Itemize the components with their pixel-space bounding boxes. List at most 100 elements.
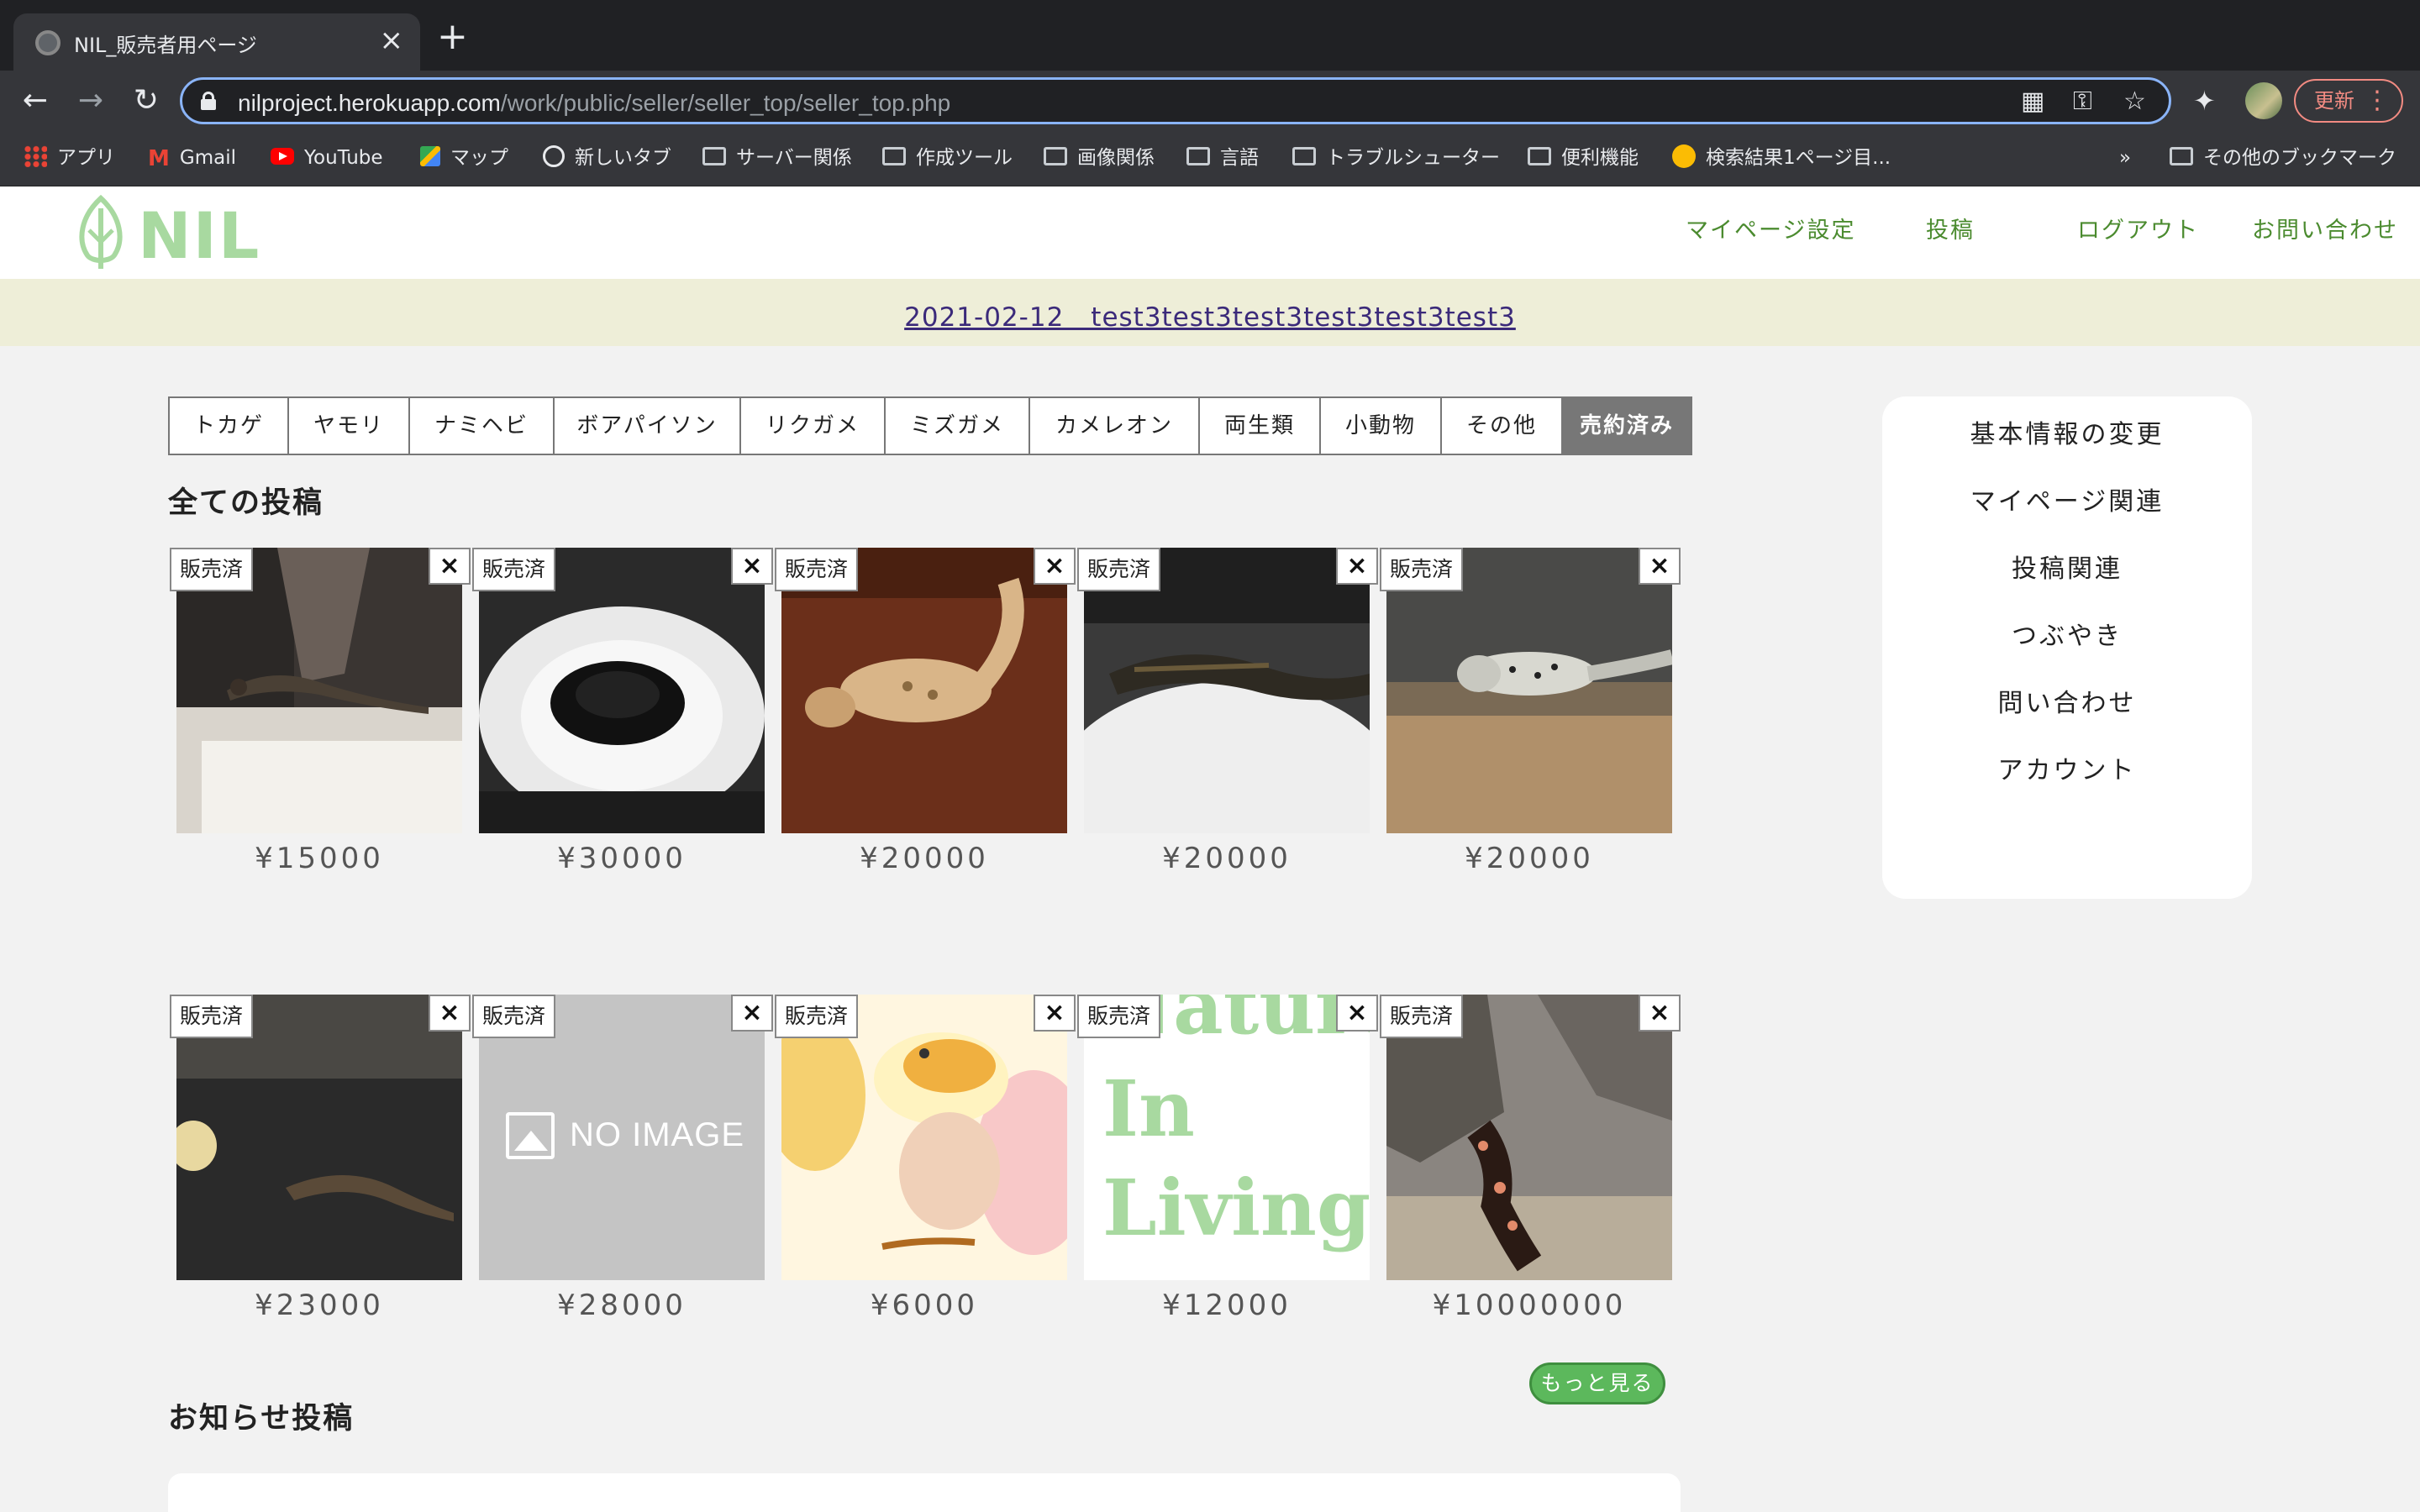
bookmark-maps[interactable]: マップ <box>420 143 508 173</box>
bookmarks-overflow-chevron-icon[interactable]: » <box>2119 143 2131 173</box>
product-card[interactable]: NO IMAGE 販売済 × ¥28000 <box>472 995 773 1339</box>
product-price: ¥20000 <box>1465 842 1594 875</box>
reload-icon[interactable]: ↻ <box>126 81 166 121</box>
folder-icon <box>2170 146 2193 165</box>
tab-sold[interactable]: 売約済み <box>1563 398 1691 454</box>
bookmark-youtube[interactable]: YouTube <box>271 143 383 173</box>
qr-code-icon[interactable]: ▦ <box>2021 87 2044 117</box>
product-card[interactable]: 販売済 × ¥20000 <box>1380 548 1681 892</box>
bookmark-folder-troubleshooter[interactable]: トラブルシューター <box>1292 143 1500 173</box>
browser-toolbar: ← → ↻ nilproject.herokuapp.com/work/publ… <box>0 71 2420 131</box>
side-item-inquiry[interactable]: 問い合わせ <box>1882 682 2252 719</box>
delete-x-icon[interactable]: × <box>1034 548 1076 585</box>
product-card[interactable]: 販売済 × ¥10000000 <box>1380 995 1681 1339</box>
update-button[interactable]: 更新 ⋮ <box>2294 79 2403 123</box>
product-card[interactable]: 販売済 × ¥6000 <box>775 995 1076 1339</box>
product-card[interactable]: 販売済 × ¥23000 <box>170 995 471 1339</box>
bookmark-folder-utilities[interactable]: 便利機能 <box>1528 143 1639 173</box>
side-item-tweets[interactable]: つぶやき <box>1882 615 2252 652</box>
product-price: ¥15000 <box>255 842 384 875</box>
profile-avatar[interactable] <box>2245 82 2282 119</box>
tab-chameleon[interactable]: カメレオン <box>1030 398 1200 454</box>
tab-turtle[interactable]: ミズガメ <box>886 398 1030 454</box>
notice-bar: 2021-02-12 test3test3test3test3test3test… <box>0 279 2420 346</box>
sold-badge: 販売済 <box>1077 548 1161 591</box>
side-menu: 基本情報の変更 マイページ関連 投稿関連 つぶやき 問い合わせ アカウント <box>1882 396 2252 899</box>
delete-x-icon[interactable]: × <box>731 548 773 585</box>
leaf-logo-icon <box>79 194 123 269</box>
bookmark-folder-images[interactable]: 画像関係 <box>1044 143 1155 173</box>
sold-badge: 販売済 <box>472 995 556 1038</box>
sold-badge: 販売済 <box>472 548 556 591</box>
product-price: ¥23000 <box>255 1289 384 1322</box>
all-posts-title: 全ての投稿 <box>168 486 324 520</box>
delete-x-icon[interactable]: × <box>1639 548 1681 585</box>
globe-favicon-icon <box>35 30 60 55</box>
bookmark-folder-tools[interactable]: 作成ツール <box>882 143 1013 173</box>
kebab-menu-icon[interactable]: ⋮ <box>2365 81 2390 121</box>
delete-x-icon[interactable]: × <box>429 548 471 585</box>
tab-amphibian[interactable]: 両生類 <box>1200 398 1321 454</box>
product-card[interactable]: 販売済 × ¥30000 <box>472 548 773 892</box>
youtube-icon <box>271 147 294 165</box>
product-card[interactable]: Nature In Living 販売済 × ¥12000 <box>1077 995 1378 1339</box>
tab-boa-python[interactable]: ボアパイソン <box>555 398 741 454</box>
forward-arrow-icon[interactable]: → <box>71 81 111 121</box>
notice-link[interactable]: 2021-02-12 test3test3test3test3test3test… <box>0 296 2420 333</box>
tab-gecko[interactable]: ヤモリ <box>289 398 410 454</box>
delete-x-icon[interactable]: × <box>1336 995 1378 1032</box>
product-card[interactable]: 販売済 × ¥20000 <box>775 548 1076 892</box>
side-item-account[interactable]: アカウント <box>1882 749 2252 786</box>
bookmark-search-results[interactable]: 検索結果1ページ目... <box>1672 143 1891 173</box>
product-price: ¥28000 <box>557 1289 687 1322</box>
sold-badge: 販売済 <box>775 995 859 1038</box>
sold-badge: 販売済 <box>170 995 254 1038</box>
news-posts-title: お知らせ投稿 <box>168 1402 355 1436</box>
tab-colubrid[interactable]: ナミヘビ <box>410 398 555 454</box>
bookmarks-bar: アプリ M Gmail YouTube マップ 新しいタブ サーバー関係 作成ツー… <box>0 131 2420 186</box>
bookmark-folder-languages[interactable]: 言語 <box>1186 143 1259 173</box>
side-item-mypage[interactable]: マイページ関連 <box>1882 480 2252 517</box>
back-arrow-icon[interactable]: ← <box>15 81 55 121</box>
bookmark-new-tab[interactable]: 新しいタブ <box>543 143 671 173</box>
product-price: ¥20000 <box>860 842 989 875</box>
gmail-icon: M <box>148 145 170 171</box>
close-tab-icon[interactable]: × <box>380 24 404 57</box>
address-bar[interactable]: nilproject.herokuapp.com/work/public/sel… <box>180 77 2171 124</box>
tab-other[interactable]: その他 <box>1442 398 1563 454</box>
delete-x-icon[interactable]: × <box>731 995 773 1032</box>
bookmark-other[interactable]: その他のブックマーク <box>2170 143 2396 173</box>
key-icon[interactable]: ⚿ <box>2073 87 2092 117</box>
extensions-puzzle-icon[interactable]: ✦ <box>2193 84 2216 118</box>
tab-lizard[interactable]: トカゲ <box>170 398 289 454</box>
delete-x-icon[interactable]: × <box>1034 995 1076 1032</box>
product-price: ¥10000000 <box>1432 1289 1627 1322</box>
tab-tortoise[interactable]: リクガメ <box>741 398 886 454</box>
bookmark-apps[interactable]: アプリ <box>24 143 115 173</box>
delete-x-icon[interactable]: × <box>1336 548 1378 585</box>
bookmark-gmail[interactable]: M Gmail <box>148 143 236 173</box>
side-item-basic-info[interactable]: 基本情報の変更 <box>1882 413 2252 450</box>
product-price: ¥20000 <box>1162 842 1292 875</box>
bookmark-star-icon[interactable]: ☆ <box>2123 87 2146 117</box>
nav-logout[interactable]: ログアウト <box>2077 212 2199 244</box>
delete-x-icon[interactable]: × <box>429 995 471 1032</box>
more-button[interactable]: もっと見る <box>1529 1362 1665 1404</box>
browser-tab[interactable]: NIL_販売者用ページ × <box>13 13 420 71</box>
tab-small-animal[interactable]: 小動物 <box>1321 398 1442 454</box>
bookmark-folder-server[interactable]: サーバー関係 <box>702 143 852 173</box>
delete-x-icon[interactable]: × <box>1639 995 1681 1032</box>
folder-icon <box>1292 146 1316 165</box>
sold-badge: 販売済 <box>775 548 859 591</box>
nav-post[interactable]: 投稿 <box>1926 212 1975 244</box>
apps-grid-icon <box>24 144 47 167</box>
product-card[interactable]: 販売済 × ¥15000 <box>170 548 471 892</box>
side-item-posts[interactable]: 投稿関連 <box>1882 548 2252 585</box>
news-posts-panel <box>168 1473 1681 1512</box>
nav-contact[interactable]: お問い合わせ <box>2252 212 2398 244</box>
product-price: ¥12000 <box>1162 1289 1292 1322</box>
new-tab-plus-icon[interactable]: + <box>437 18 468 55</box>
product-card[interactable]: 販売済 × ¥20000 <box>1077 548 1378 892</box>
nature-logo-line: Living <box>1102 1163 1370 1253</box>
nav-mypage-settings[interactable]: マイページ設定 <box>1686 212 1855 244</box>
